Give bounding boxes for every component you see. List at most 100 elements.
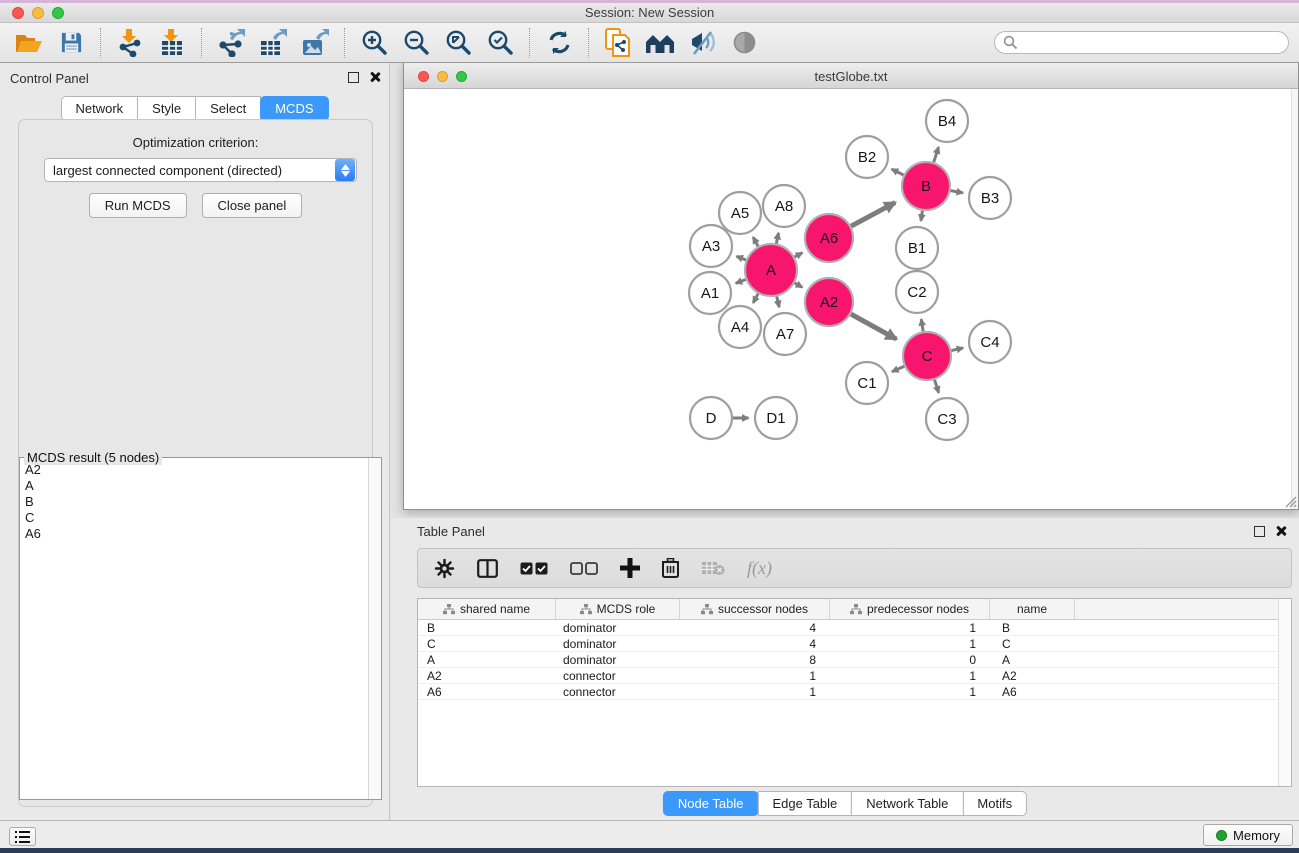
zoom-selected-icon[interactable] bbox=[479, 26, 521, 60]
column-header-name[interactable]: name bbox=[990, 599, 1075, 619]
table-row[interactable]: A2connector11A2 bbox=[418, 668, 1291, 684]
column-header-successor-nodes[interactable]: successor nodes bbox=[680, 599, 830, 619]
table-row[interactable]: Bdominator41B bbox=[418, 620, 1291, 636]
main-toolbar bbox=[0, 23, 1299, 63]
criterion-select[interactable]: largest connected component (directed) bbox=[44, 158, 357, 182]
graph-node-label: A2 bbox=[820, 294, 838, 311]
table-body: Bdominator41BCdominator41CAdominator80AA… bbox=[418, 620, 1291, 700]
import-table-icon[interactable] bbox=[151, 26, 193, 60]
node-table: shared name MCDS role successor nodes pr… bbox=[417, 598, 1292, 787]
column-header-mcds-role[interactable]: MCDS role bbox=[556, 599, 680, 619]
column-header-shared-name[interactable]: shared name bbox=[418, 599, 556, 619]
delete-table-icon bbox=[701, 560, 725, 576]
network-canvas[interactable]: B4B2BB3A5A8A6B1A3AC2A1A2A4A7C4CC1C3DD1 bbox=[404, 89, 1298, 509]
table-row[interactable]: Adominator80A bbox=[418, 652, 1291, 668]
export-image-icon[interactable] bbox=[294, 26, 336, 60]
table-header-row: shared name MCDS role successor nodes pr… bbox=[418, 599, 1291, 620]
export-table-icon[interactable] bbox=[252, 26, 294, 60]
close-panel-icon[interactable] bbox=[369, 71, 381, 83]
graph-node-label: B2 bbox=[858, 149, 876, 166]
control-panel: Control Panel Network Style Select MCDS … bbox=[0, 63, 390, 820]
settings-gear-icon[interactable] bbox=[434, 558, 455, 579]
graph-node-label: A1 bbox=[701, 285, 719, 302]
tab-node-table[interactable]: Node Table bbox=[663, 791, 759, 816]
control-panel-title: Control Panel bbox=[10, 71, 89, 86]
graph-node-label: C3 bbox=[937, 411, 956, 428]
table-row[interactable]: A6connector11A6 bbox=[418, 684, 1291, 700]
mcds-tab-content: Optimization criterion: largest connecte… bbox=[18, 119, 373, 807]
search-field[interactable] bbox=[994, 31, 1289, 54]
memory-status-icon bbox=[1216, 830, 1227, 841]
tab-network[interactable]: Network bbox=[60, 96, 138, 121]
criterion-value: largest connected component (directed) bbox=[45, 163, 335, 178]
resize-grip-icon[interactable] bbox=[1284, 495, 1297, 508]
tab-network-table[interactable]: Network Table bbox=[851, 791, 963, 816]
graph-node-label: A5 bbox=[731, 205, 749, 222]
float-panel-icon[interactable] bbox=[348, 72, 359, 83]
delete-column-icon[interactable] bbox=[662, 558, 679, 578]
show-column-icon[interactable] bbox=[477, 559, 498, 578]
table-panel: Table Panel f(x) shar bbox=[391, 518, 1299, 820]
network-window-titlebar[interactable]: testGlobe.txt bbox=[404, 63, 1298, 89]
table-scrollbar[interactable] bbox=[1278, 599, 1291, 786]
close-panel-button[interactable]: Close panel bbox=[202, 193, 303, 218]
status-bar: Memory bbox=[0, 820, 1299, 848]
tab-edge-table[interactable]: Edge Table bbox=[757, 791, 852, 816]
zoom-in-icon[interactable] bbox=[353, 26, 395, 60]
table-tabs: Node Table Edge Table Network Table Moti… bbox=[663, 791, 1027, 816]
tree-icon bbox=[850, 604, 862, 615]
network-view-window: testGlobe.txt B4B2BB3A5A8A6B1A3AC2A1A2A4… bbox=[403, 62, 1299, 510]
clone-network-icon[interactable] bbox=[597, 26, 639, 60]
open-folder-icon[interactable] bbox=[8, 26, 50, 60]
zoom-out-icon[interactable] bbox=[395, 26, 437, 60]
apply-layout-icon[interactable] bbox=[538, 26, 580, 60]
list-item[interactable]: C bbox=[21, 510, 367, 526]
mcds-result-box: MCDS result (5 nodes) A2ABCA6 bbox=[19, 457, 382, 800]
window-title: Session: New Session bbox=[0, 5, 1299, 20]
graph-node-label: C4 bbox=[980, 334, 999, 351]
zoom-fit-icon[interactable] bbox=[437, 26, 479, 60]
tab-motifs[interactable]: Motifs bbox=[962, 791, 1027, 816]
network-scrollbar[interactable] bbox=[1291, 89, 1298, 509]
tab-style[interactable]: Style bbox=[137, 96, 196, 121]
run-mcds-button[interactable]: Run MCDS bbox=[89, 193, 187, 218]
list-item[interactable]: B bbox=[21, 494, 367, 510]
network-window-title: testGlobe.txt bbox=[404, 69, 1298, 84]
export-network-icon[interactable] bbox=[210, 26, 252, 60]
mcds-result-list[interactable]: A2ABCA6 bbox=[21, 462, 367, 798]
home-first-neighbors-icon[interactable] bbox=[639, 26, 681, 60]
graph-node-label: A7 bbox=[776, 326, 794, 343]
function-builder-icon: f(x) bbox=[747, 558, 772, 579]
list-item[interactable]: A2 bbox=[21, 462, 367, 478]
search-input[interactable] bbox=[1018, 36, 1288, 50]
list-item[interactable]: A6 bbox=[21, 526, 367, 542]
graph-node-label: A3 bbox=[702, 238, 720, 255]
table-row[interactable]: Cdominator41C bbox=[418, 636, 1291, 652]
graph-node-label: A6 bbox=[820, 230, 838, 247]
result-scrollbar[interactable] bbox=[368, 458, 381, 799]
list-item[interactable]: A bbox=[21, 478, 367, 494]
network-graph[interactable]: B4B2BB3A5A8A6B1A3AC2A1A2A4A7C4CC1C3DD1 bbox=[404, 89, 1298, 509]
main-titlebar: Session: New Session bbox=[0, 0, 1299, 23]
tree-icon bbox=[701, 604, 713, 615]
memory-button[interactable]: Memory bbox=[1203, 824, 1293, 846]
close-table-panel-icon[interactable] bbox=[1275, 525, 1287, 537]
hide-selected-icon[interactable] bbox=[681, 26, 723, 60]
select-all-checkboxes-icon[interactable] bbox=[520, 562, 548, 575]
search-icon bbox=[1003, 35, 1018, 50]
graph-node-label: D bbox=[706, 410, 717, 427]
show-hidden-icon[interactable] bbox=[723, 26, 765, 60]
select-stepper-icon bbox=[335, 159, 355, 181]
graph-node-label: D1 bbox=[766, 410, 785, 427]
add-column-icon[interactable] bbox=[620, 558, 640, 578]
deselect-all-checkboxes-icon[interactable] bbox=[570, 562, 598, 575]
tab-select[interactable]: Select bbox=[195, 96, 261, 121]
import-network-icon[interactable] bbox=[109, 26, 151, 60]
tab-mcds[interactable]: MCDS bbox=[260, 96, 328, 121]
save-icon[interactable] bbox=[50, 26, 92, 60]
column-header-predecessor-nodes[interactable]: predecessor nodes bbox=[830, 599, 990, 619]
table-toolbar: f(x) bbox=[417, 548, 1292, 588]
table-panel-title: Table Panel bbox=[417, 524, 485, 539]
task-history-button[interactable] bbox=[9, 827, 36, 846]
float-table-panel-icon[interactable] bbox=[1254, 526, 1265, 537]
